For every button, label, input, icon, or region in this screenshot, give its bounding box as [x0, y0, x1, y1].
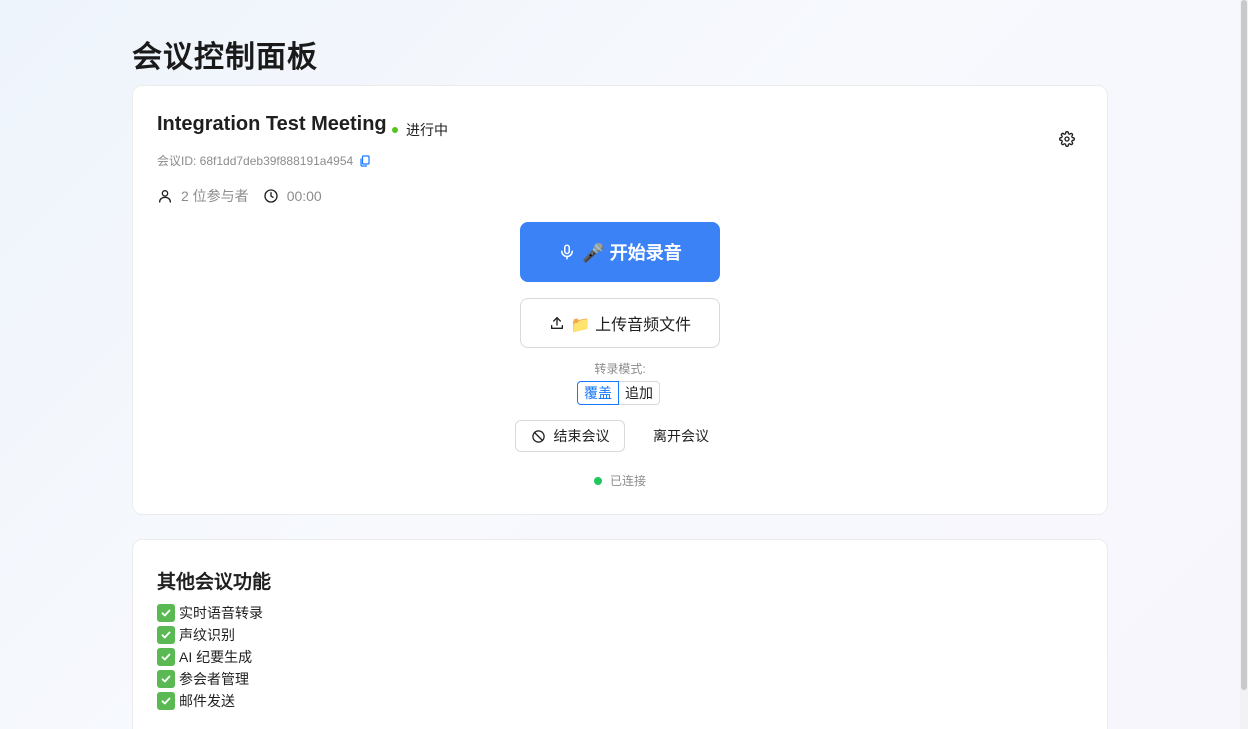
feature-label: 声纹识别 [179, 627, 235, 643]
check-icon [157, 604, 175, 622]
features-card: 其他会议功能 实时语音转录 声纹识别 AI 纪要生成 参会者管理 邮件发送 [132, 539, 1108, 729]
clock-icon [263, 188, 279, 204]
meeting-id: 会议ID: 68f1dd7deb39f888191a4954 [157, 152, 371, 169]
connection-status: 已连接 [594, 472, 646, 489]
meeting-id-text: 会议ID: 68f1dd7deb39f888191a4954 [157, 154, 354, 168]
list-item: 声纹识别 [157, 624, 263, 646]
mode-option-append[interactable]: 追加 [619, 381, 660, 405]
upload-audio-label: 📁 上传音频文件 [570, 317, 692, 334]
status-dot [392, 127, 398, 133]
feature-label: AI 纪要生成 [179, 649, 253, 665]
list-item: 参会者管理 [157, 668, 263, 690]
upload-audio-button[interactable]: 📁 上传音频文件 [520, 298, 720, 348]
settings-button[interactable] [1058, 130, 1076, 148]
status-text: 进行中 [406, 122, 448, 138]
start-recording-label: 🎤 开始录音 [582, 243, 682, 263]
copy-button[interactable] [359, 154, 371, 167]
check-icon [157, 626, 175, 644]
meeting-meta: 2 位参与者 00:00 [157, 186, 322, 206]
start-recording-button[interactable]: 🎤 开始录音 [520, 222, 720, 282]
connection-dot [594, 476, 602, 485]
list-item: AI 纪要生成 [157, 646, 263, 668]
check-icon [157, 648, 175, 666]
stop-icon [531, 429, 545, 443]
meeting-status: 进行中 [392, 120, 448, 140]
meeting-title: Integration Test Meeting [157, 113, 387, 135]
connection-text: 已连接 [610, 474, 647, 488]
check-icon [157, 670, 175, 688]
end-meeting-button[interactable]: 结束会议 [515, 420, 625, 452]
user-icon [157, 188, 173, 204]
end-meeting-label: 结束会议 [553, 428, 610, 444]
upload-icon [550, 317, 563, 329]
leave-meeting-button[interactable]: 离开会议 [641, 420, 721, 452]
feature-label: 实时语音转录 [179, 605, 263, 621]
scrollbar[interactable] [1240, 0, 1248, 729]
list-item: 实时语音转录 [157, 602, 263, 624]
meeting-duration: 00:00 [286, 188, 322, 204]
feature-label: 参会者管理 [179, 671, 249, 687]
features-title: 其他会议功能 [157, 572, 272, 593]
copy-icon [360, 154, 370, 167]
transcription-mode-label: 转录模式: [594, 362, 646, 376]
participants-count: 2 位参与者 [181, 188, 249, 204]
page-title: 会议控制面板 [132, 41, 318, 74]
transcription-mode-toggle: 覆盖 追加 [577, 381, 660, 405]
settings-icon [1059, 131, 1075, 147]
features-list: 实时语音转录 声纹识别 AI 纪要生成 参会者管理 邮件发送 [157, 602, 263, 712]
check-icon [157, 692, 175, 710]
microphone-icon [561, 244, 574, 260]
scrollbar-thumb[interactable] [1241, 0, 1247, 690]
mode-option-overwrite[interactable]: 覆盖 [577, 381, 619, 405]
list-item: 邮件发送 [157, 690, 263, 712]
feature-label: 邮件发送 [179, 693, 235, 709]
meeting-card: Integration Test Meeting 进行中 会议ID: 68f1d… [132, 85, 1108, 515]
